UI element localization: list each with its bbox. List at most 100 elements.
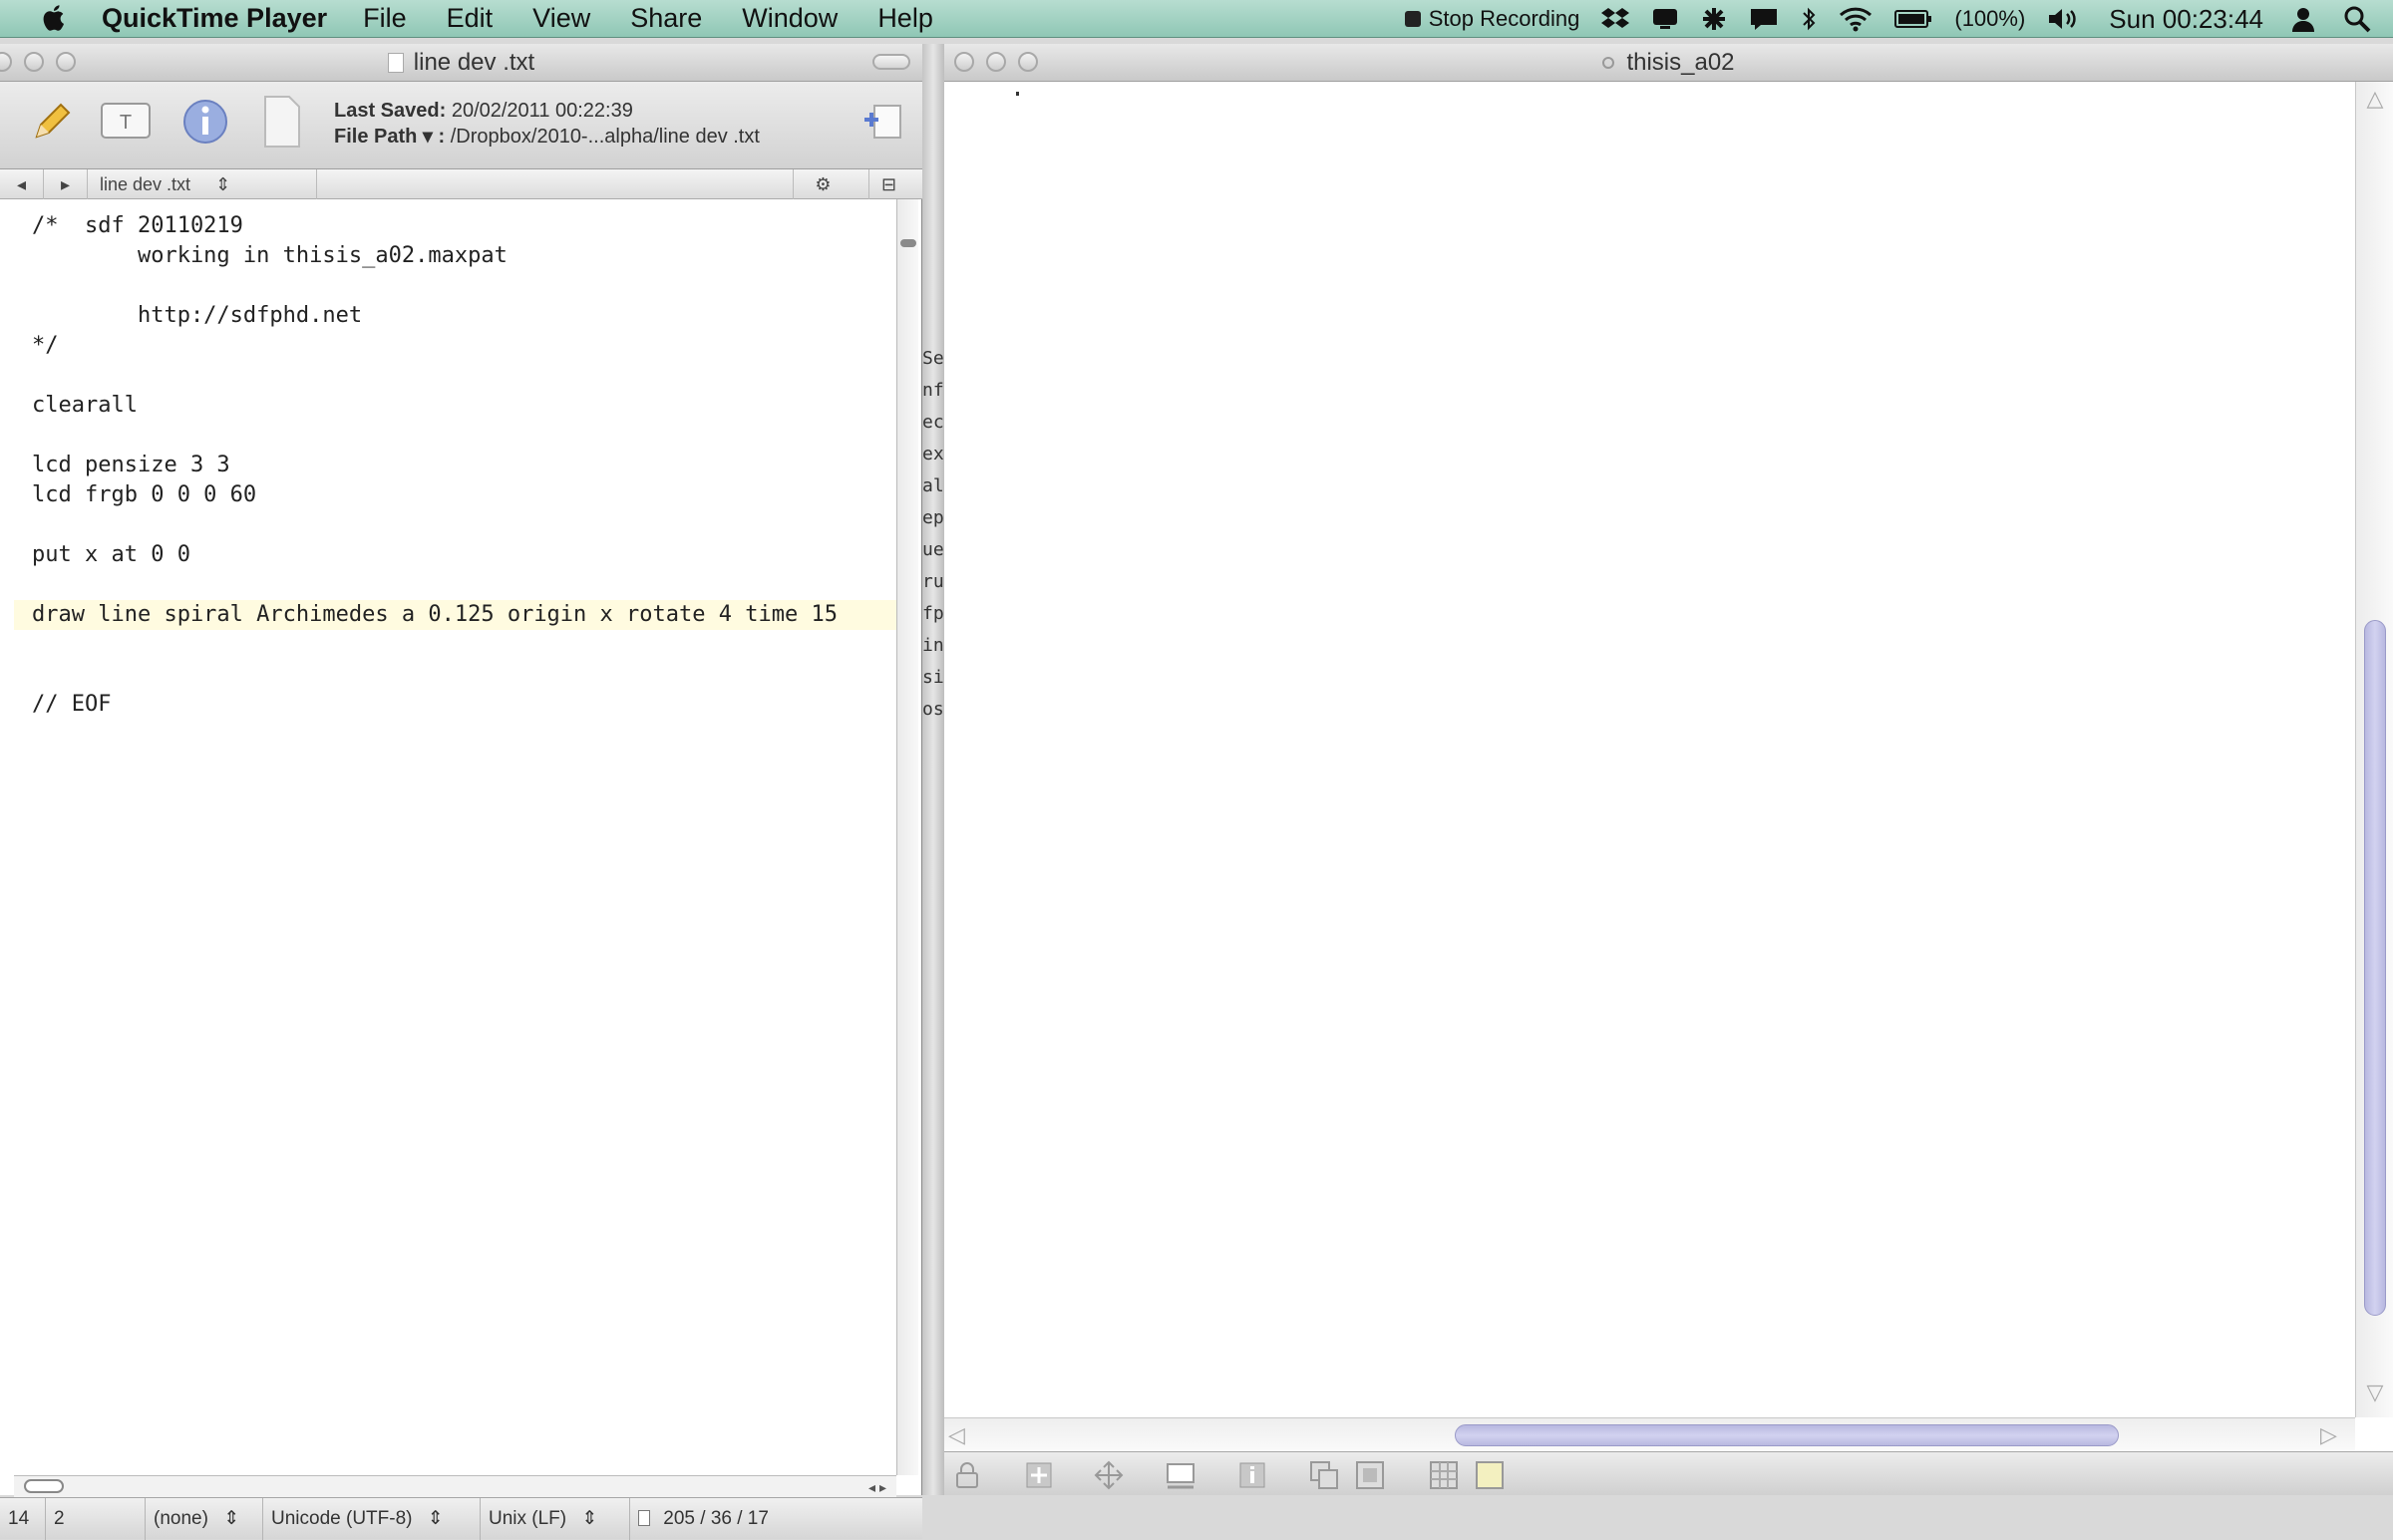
menu-file[interactable]: File xyxy=(363,3,407,34)
text-options-button[interactable]: T xyxy=(96,92,156,152)
code-line[interactable]: working in thisis_a02.maxpat xyxy=(32,241,508,271)
menu-view[interactable]: View xyxy=(532,3,590,34)
stop-icon xyxy=(1404,11,1421,27)
patcher-hscroll-thumb[interactable] xyxy=(1455,1424,2119,1446)
code-line[interactable]: */ xyxy=(32,331,59,361)
editor-vertical-scrollbar[interactable] xyxy=(896,199,918,1475)
patcher-horizontal-scrollbar[interactable]: ◁ ▷ xyxy=(944,1417,2355,1451)
nav-back-button[interactable]: ◂ xyxy=(0,168,44,199)
code-line[interactable]: clearall xyxy=(32,391,138,421)
display-icon[interactable] xyxy=(1651,7,1679,31)
volume-icon[interactable] xyxy=(2047,6,2081,32)
editor-hscroll-thumb[interactable] xyxy=(24,1479,64,1493)
background-text-fragment: ep xyxy=(922,507,944,528)
stop-recording-button[interactable]: Stop Recording xyxy=(1404,6,1580,32)
blank-page-icon xyxy=(261,95,301,149)
fit-view-button[interactable] xyxy=(1094,1460,1124,1490)
code-line[interactable]: put x at 0 0 xyxy=(32,540,190,570)
dropbox-icon[interactable] xyxy=(1601,6,1630,32)
zoom-window-button[interactable] xyxy=(56,52,76,72)
toolbar-overflow-button[interactable] xyxy=(857,92,907,152)
patcher-vscroll-thumb[interactable] xyxy=(2364,620,2386,1316)
battery-percent: (100%) xyxy=(1954,6,2026,31)
syntax-language-popup[interactable]: (none) ⇕ xyxy=(146,1497,263,1540)
status-menus: Stop Recording (100%) Sun 00:23:44 xyxy=(1383,0,2393,38)
scroll-left-icon[interactable]: ◁ xyxy=(948,1422,965,1448)
info-icon xyxy=(180,97,230,147)
inspector-button[interactable] xyxy=(1237,1460,1267,1490)
editor-scroll-thumb[interactable] xyxy=(900,239,916,247)
code-line-current[interactable]: draw line spiral Archimedes a 0.125 orig… xyxy=(14,600,896,630)
info-button[interactable] xyxy=(175,92,235,152)
background-text-fragment: nf xyxy=(922,380,944,401)
grid-button[interactable] xyxy=(1429,1460,1459,1490)
wifi-icon[interactable] xyxy=(1839,6,1873,32)
menu-help[interactable]: Help xyxy=(877,3,933,34)
gear-icon: ⚙ xyxy=(815,173,832,194)
close-window-button[interactable] xyxy=(954,52,974,72)
document-properties-button[interactable] xyxy=(251,92,311,152)
code-line[interactable]: // EOF xyxy=(32,690,111,720)
menubar-clock[interactable]: Sun 00:23:44 xyxy=(2109,4,2263,35)
encoding-popup[interactable]: Unicode (UTF-8) ⇕ xyxy=(263,1497,481,1540)
line-endings-popup[interactable]: Unix (LF) ⇕ xyxy=(481,1497,630,1540)
edit-pencil-button[interactable] xyxy=(22,92,82,152)
nav-forward-button[interactable]: ▸ xyxy=(44,168,88,199)
spotlight-search-icon[interactable] xyxy=(2343,5,2371,33)
file-path-label[interactable]: File Path ▾ : xyxy=(334,126,445,148)
document-stats[interactable]: 205 / 36 / 17 xyxy=(630,1498,810,1540)
battery-icon[interactable] xyxy=(1894,9,1932,29)
background-text-fragment: si xyxy=(922,667,944,688)
encoding-label: Unicode (UTF-8) xyxy=(271,1507,413,1529)
paste-icon xyxy=(1355,1460,1385,1490)
presentation-icon xyxy=(1166,1461,1196,1489)
background-text-fragment: ue xyxy=(922,539,944,560)
status-line-number: 14 xyxy=(0,1497,46,1540)
bluetooth-icon[interactable] xyxy=(1801,6,1817,32)
menu-edit[interactable]: Edit xyxy=(447,3,494,34)
menu-bar: QuickTime Player File Edit View Share Wi… xyxy=(0,0,2393,38)
editor-title-bar[interactable]: line dev .txt xyxy=(0,44,922,82)
document-icon xyxy=(387,52,404,73)
paste-button[interactable] xyxy=(1355,1460,1385,1490)
zoom-window-button[interactable] xyxy=(1018,52,1038,72)
patcher-canvas[interactable] xyxy=(944,82,2355,1453)
menu-app-name[interactable]: QuickTime Player xyxy=(102,3,327,34)
window-controls xyxy=(0,52,88,72)
minimize-window-button[interactable] xyxy=(986,52,1006,72)
background-color-button[interactable] xyxy=(1475,1460,1505,1490)
code-line[interactable]: lcd frgb 0 0 0 60 xyxy=(32,480,256,510)
scroll-right-icon[interactable]: ▷ xyxy=(2320,1422,2337,1448)
toolbar-toggle-button[interactable] xyxy=(872,54,910,70)
background-text-fragment: os xyxy=(922,699,944,720)
message-icon[interactable] xyxy=(1749,7,1779,31)
scroll-down-icon[interactable]: ▽ xyxy=(2364,1382,2386,1403)
asterisk-icon[interactable] xyxy=(1701,6,1727,32)
split-view-button[interactable]: ⊟ xyxy=(868,168,908,199)
menu-window[interactable]: Window xyxy=(742,3,838,34)
code-editor[interactable]: /* sdf 20110219 working in thisis_a02.ma… xyxy=(14,199,896,1435)
code-line[interactable]: /* sdf 20110219 xyxy=(32,211,243,241)
copy-button[interactable] xyxy=(1309,1460,1339,1490)
code-line[interactable]: lcd pensize 3 3 xyxy=(32,451,230,480)
scroll-up-icon[interactable]: △ xyxy=(2364,88,2386,110)
background-text-fragment: ru xyxy=(922,571,944,592)
canvas-mark xyxy=(1016,92,1019,96)
presentation-button[interactable] xyxy=(1166,1460,1196,1490)
minimize-window-button[interactable] xyxy=(24,52,44,72)
patcher-vertical-scrollbar[interactable]: △ ▽ xyxy=(2355,82,2393,1417)
patcher-title-bar[interactable]: thisis_a02 xyxy=(944,44,2393,82)
apple-icon[interactable] xyxy=(38,4,68,34)
lock-button[interactable] xyxy=(952,1460,982,1490)
editor-toolbar: T Last Saved: 20/02/2011 00:22:39 File P… xyxy=(0,82,922,169)
new-object-button[interactable] xyxy=(1024,1460,1054,1490)
stop-recording-label: Stop Recording xyxy=(1428,6,1580,31)
close-window-button[interactable] xyxy=(0,52,12,72)
menu-share[interactable]: Share xyxy=(630,3,702,34)
function-menu-button[interactable]: ⚙ xyxy=(793,168,853,199)
code-line[interactable]: http://sdfphd.net xyxy=(32,301,362,331)
editor-horizontal-scrollbar[interactable]: ◂ ▸ xyxy=(14,1475,896,1497)
file-popup-menu[interactable]: line dev .txt ⇕ xyxy=(88,168,317,199)
user-icon[interactable] xyxy=(2289,5,2317,33)
navigation-bar: ◂ ▸ line dev .txt ⇕ ⚙ ⊟ xyxy=(0,168,922,199)
